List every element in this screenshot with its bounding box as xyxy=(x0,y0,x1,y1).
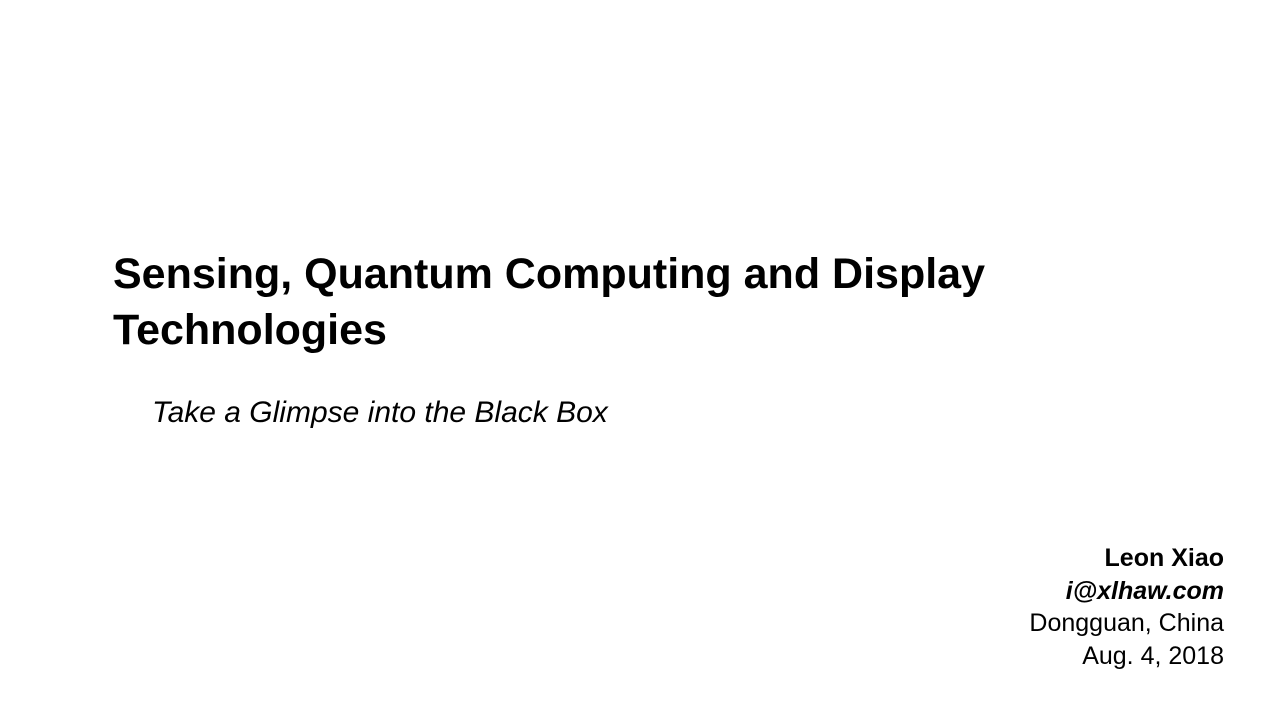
slide-title-line-2: Technologies xyxy=(113,306,387,354)
author-name: Leon Xiao xyxy=(1104,544,1224,572)
author-email-link[interactable]: i@xlhaw.com xyxy=(1029,575,1224,608)
slide-title: Sensing, Quantum Computing and Display T… xyxy=(113,246,1163,358)
author-location: Dongguan, China xyxy=(1029,609,1224,637)
slide-title-line-1: Sensing, Quantum Computing and Display xyxy=(113,250,985,298)
slide-subtitle: Take a Glimpse into the Black Box xyxy=(152,396,608,429)
title-slide: Sensing, Quantum Computing and Display T… xyxy=(0,0,1281,720)
presentation-date: Aug. 4, 2018 xyxy=(1082,641,1224,670)
author-info: Leon Xiao i@xlhaw.com Dongguan, China Au… xyxy=(1029,542,1224,672)
